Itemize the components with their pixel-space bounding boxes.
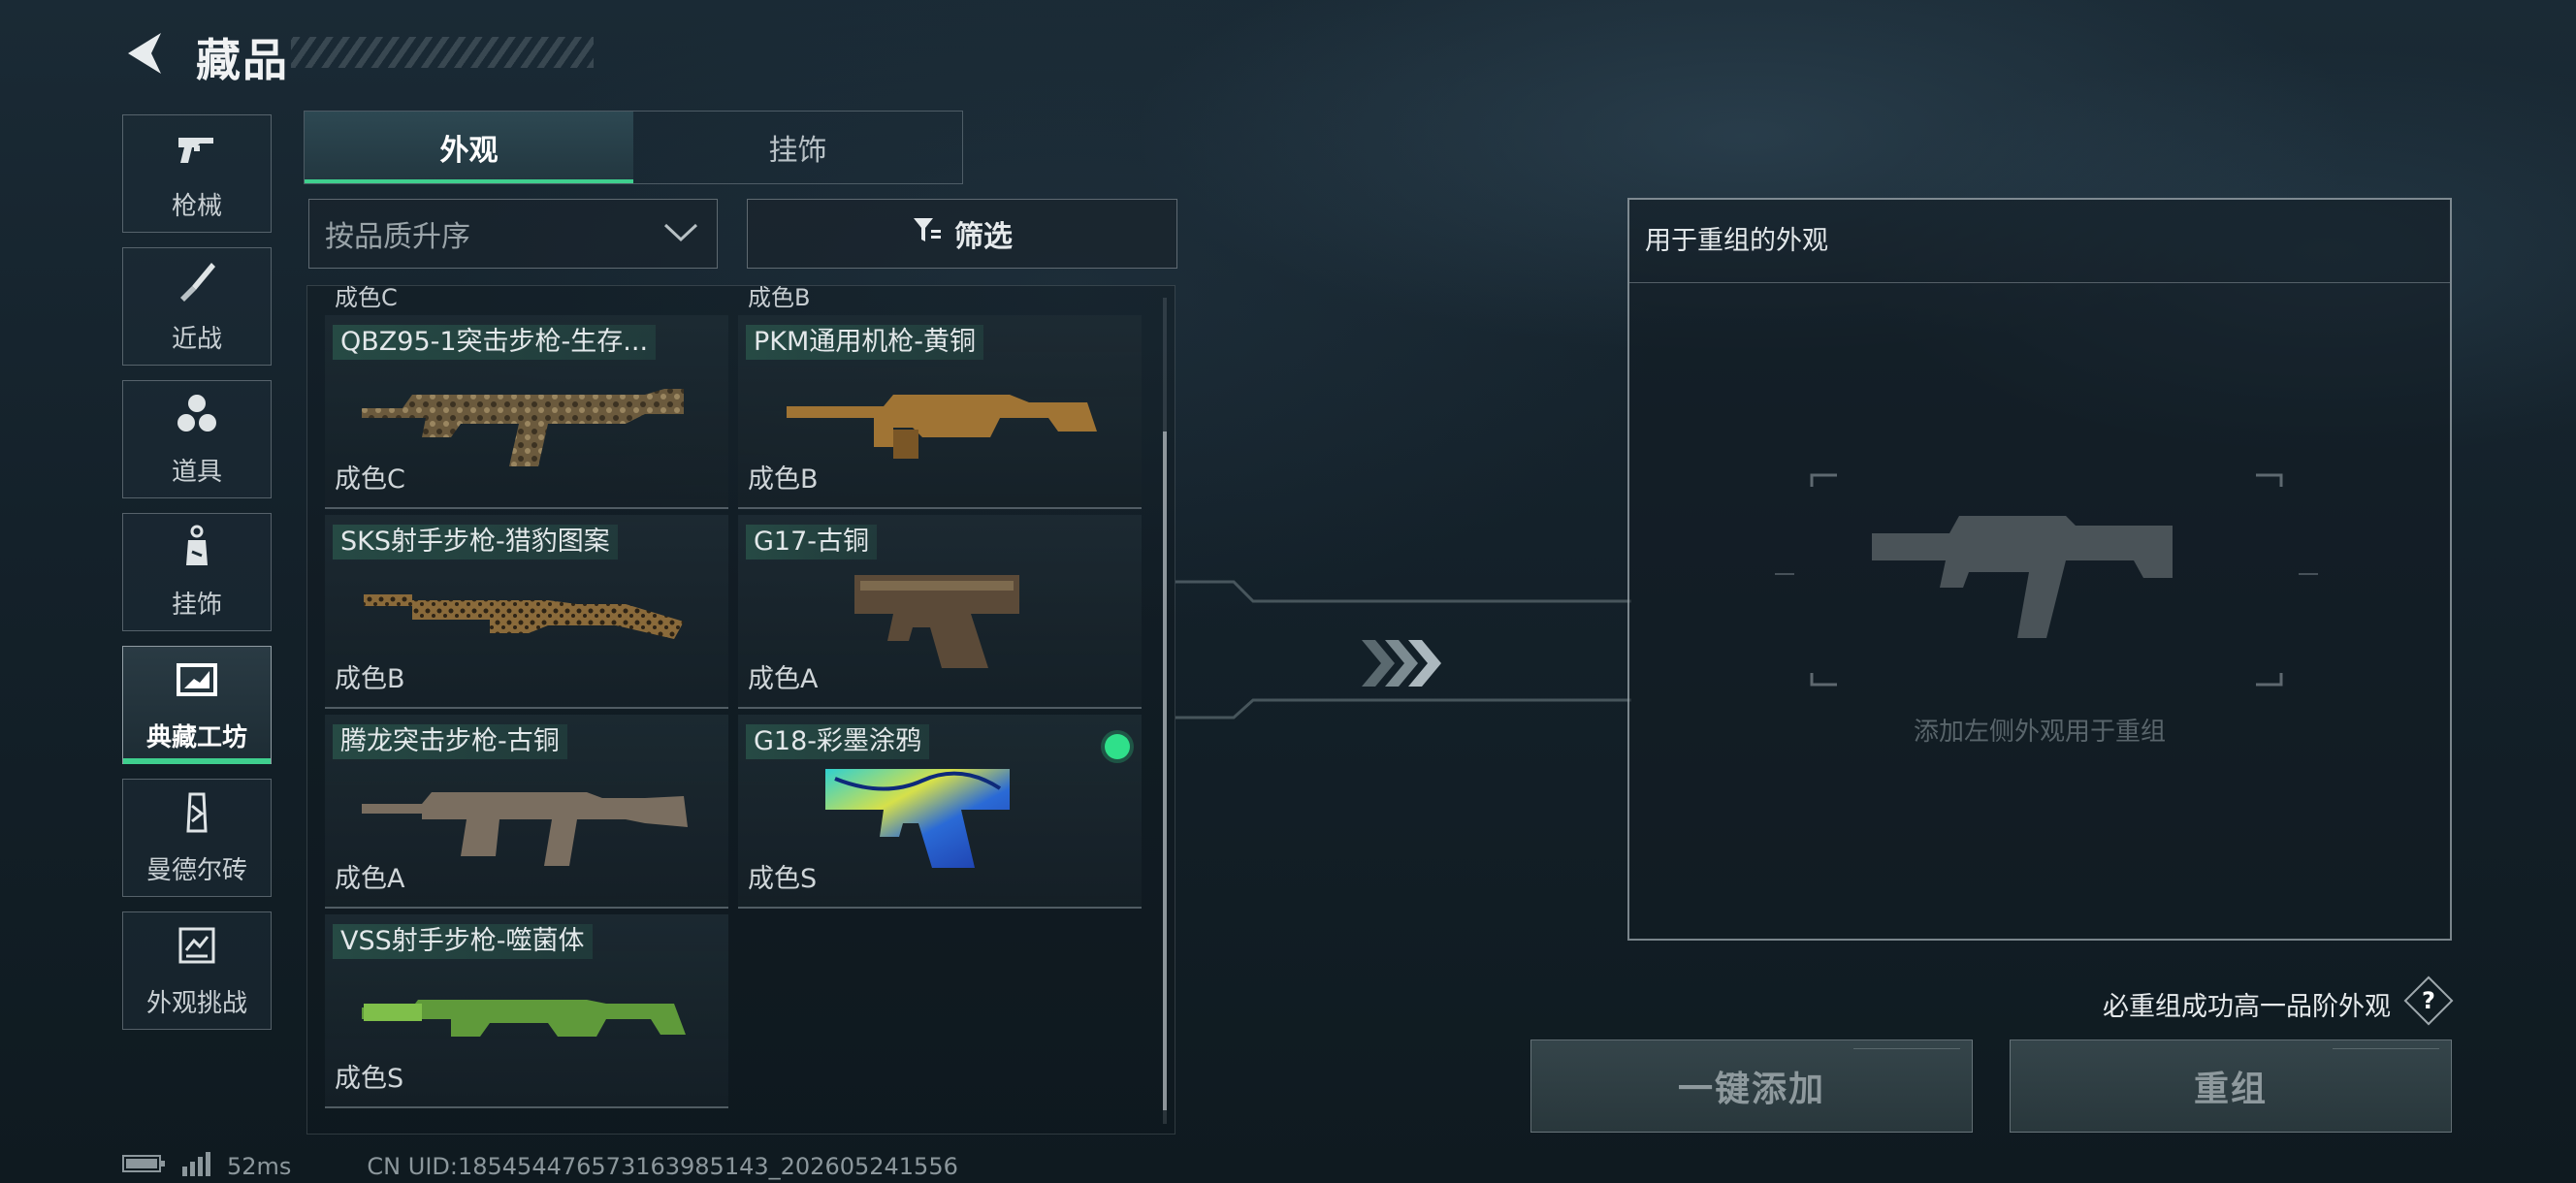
- help-icon[interactable]: ?: [2411, 983, 2446, 1018]
- forward-arrows-icon: [1362, 640, 1441, 687]
- sidebar-item-melee[interactable]: 近战: [122, 247, 272, 366]
- peek-grade-right: 成色B: [748, 285, 811, 311]
- skin-name: VSS射手步枪-噬菌体: [333, 924, 593, 959]
- button-decoration: [1853, 1048, 1960, 1062]
- pistol-image: [854, 575, 1019, 668]
- add-all-button[interactable]: 一键添加: [1530, 1039, 1973, 1133]
- sidebar-item-label: 外观挑战: [145, 988, 247, 1018]
- knife-icon: [175, 259, 219, 307]
- sidebar-item-label: 典藏工坊: [145, 722, 247, 752]
- sidebar-item-label: 曼德尔砖: [145, 855, 247, 885]
- skin-grade: 成色S: [748, 864, 818, 894]
- machine-gun-image: [787, 395, 1097, 459]
- workshop-icon: [175, 657, 219, 706]
- skin-name: QBZ95-1突击步枪-生存...: [333, 325, 657, 360]
- skin-name: G17-古铜: [746, 525, 878, 560]
- skin-name: G18-彩墨涂鸦: [746, 724, 930, 759]
- add-all-label: 一键添加: [1677, 1070, 1825, 1109]
- sidebar-item-workshop[interactable]: 典藏工坊: [122, 646, 272, 764]
- panel-title: 用于重组的外观: [1629, 200, 2450, 283]
- charm-icon: [175, 525, 219, 573]
- filter-label: 筛选: [954, 220, 1013, 254]
- sidebar-item-label: 道具: [171, 457, 222, 487]
- ping-value: 52ms: [227, 1153, 292, 1180]
- sort-value: 按品质升序: [325, 220, 470, 254]
- rifle-image: [362, 389, 684, 466]
- tab-skins[interactable]: 外观: [305, 112, 633, 183]
- brick-icon: [175, 790, 219, 839]
- skin-card[interactable]: VSS射手步枪-噬菌体 成色S: [325, 914, 728, 1108]
- tab-bar: 外观 挂饰: [304, 111, 963, 184]
- sidebar-item-mandel-brick[interactable]: 曼德尔砖: [122, 779, 272, 897]
- sidebar-item-label: 枪械: [171, 191, 222, 221]
- recombine-panel: 用于重组的外观 添加左侧外观用于重组: [1627, 198, 2452, 941]
- sidebar-item-label: 挂饰: [171, 590, 222, 620]
- skin-grade: 成色S: [335, 1064, 404, 1094]
- peek-grade-left: 成色C: [335, 285, 398, 311]
- battery-icon: [122, 1153, 167, 1180]
- sidebar-item-charms[interactable]: 挂饰: [122, 513, 272, 631]
- panel-hint: 添加左侧外观用于重组: [1913, 718, 2166, 747]
- skin-card[interactable]: G17-古铜 成色A: [738, 515, 1142, 709]
- grid-scrollbar-thumb[interactable]: [1163, 432, 1167, 1110]
- skin-grade: 成色B: [748, 464, 819, 495]
- skin-grade: 成色B: [335, 664, 405, 694]
- user-uid: CN UID:185454476573163985143_20260524155…: [367, 1153, 958, 1180]
- challenge-icon: [175, 923, 219, 972]
- sort-dropdown[interactable]: 按品质升序: [308, 199, 718, 269]
- rifle-image: [362, 1000, 686, 1037]
- skin-card[interactable]: PKM通用机枪-黄铜 成色B: [738, 315, 1142, 509]
- tab-charms[interactable]: 挂饰: [633, 112, 962, 183]
- recombine-note: 必重组成功高一品阶外观: [2103, 992, 2391, 1022]
- skin-card[interactable]: G18-彩墨涂鸦 成色S: [738, 715, 1142, 909]
- skin-grade: 成色C: [335, 464, 405, 495]
- sidebar-item-label: 近战: [171, 324, 222, 354]
- skin-name: PKM通用机枪-黄铜: [746, 325, 984, 360]
- skin-grade: 成色A: [335, 864, 405, 894]
- skin-grid: 成色C 成色B QBZ95-1突击步枪-生存... 成色C PKM通用机枪-黄铜…: [306, 285, 1175, 1135]
- rifle-image: [364, 594, 684, 639]
- filter-button[interactable]: 筛选: [747, 199, 1177, 269]
- skin-name: SKS射手步枪-猎豹图案: [333, 525, 618, 560]
- skin-card[interactable]: QBZ95-1突击步枪-生存... 成色C: [325, 315, 728, 509]
- pistol-image: [825, 769, 1010, 868]
- pistol-icon: [175, 126, 219, 175]
- sidebar-item-guns[interactable]: 枪械: [122, 114, 272, 233]
- rifle-image: [362, 792, 688, 866]
- page-title: 藏品: [196, 34, 289, 86]
- title-stripe-decoration: [291, 37, 594, 68]
- selected-indicator: [1105, 734, 1130, 759]
- skin-card[interactable]: SKS射手步枪-猎豹图案 成色B: [325, 515, 728, 709]
- skin-grade: 成色A: [748, 664, 819, 694]
- back-icon[interactable]: [122, 29, 165, 78]
- skin-name: 腾龙突击步枪-古铜: [333, 724, 567, 759]
- rifle-placeholder-icon: [1775, 473, 2318, 687]
- sidebar-item-gear[interactable]: 道具: [122, 380, 272, 498]
- chevron-down-icon: [662, 217, 699, 251]
- grenades-icon: [175, 392, 219, 440]
- button-decoration: [2333, 1048, 2439, 1062]
- recombine-button[interactable]: 重组: [2010, 1039, 2452, 1133]
- recombine-label: 重组: [2193, 1070, 2268, 1109]
- filter-icon: [912, 214, 943, 253]
- signal-icon: [180, 1151, 213, 1182]
- skin-card[interactable]: 腾龙突击步枪-古铜 成色A: [325, 715, 728, 909]
- status-footer: 52ms CN UID:185454476573163985143_202605…: [122, 1152, 958, 1181]
- sidebar-item-skin-challenge[interactable]: 外观挑战: [122, 911, 272, 1030]
